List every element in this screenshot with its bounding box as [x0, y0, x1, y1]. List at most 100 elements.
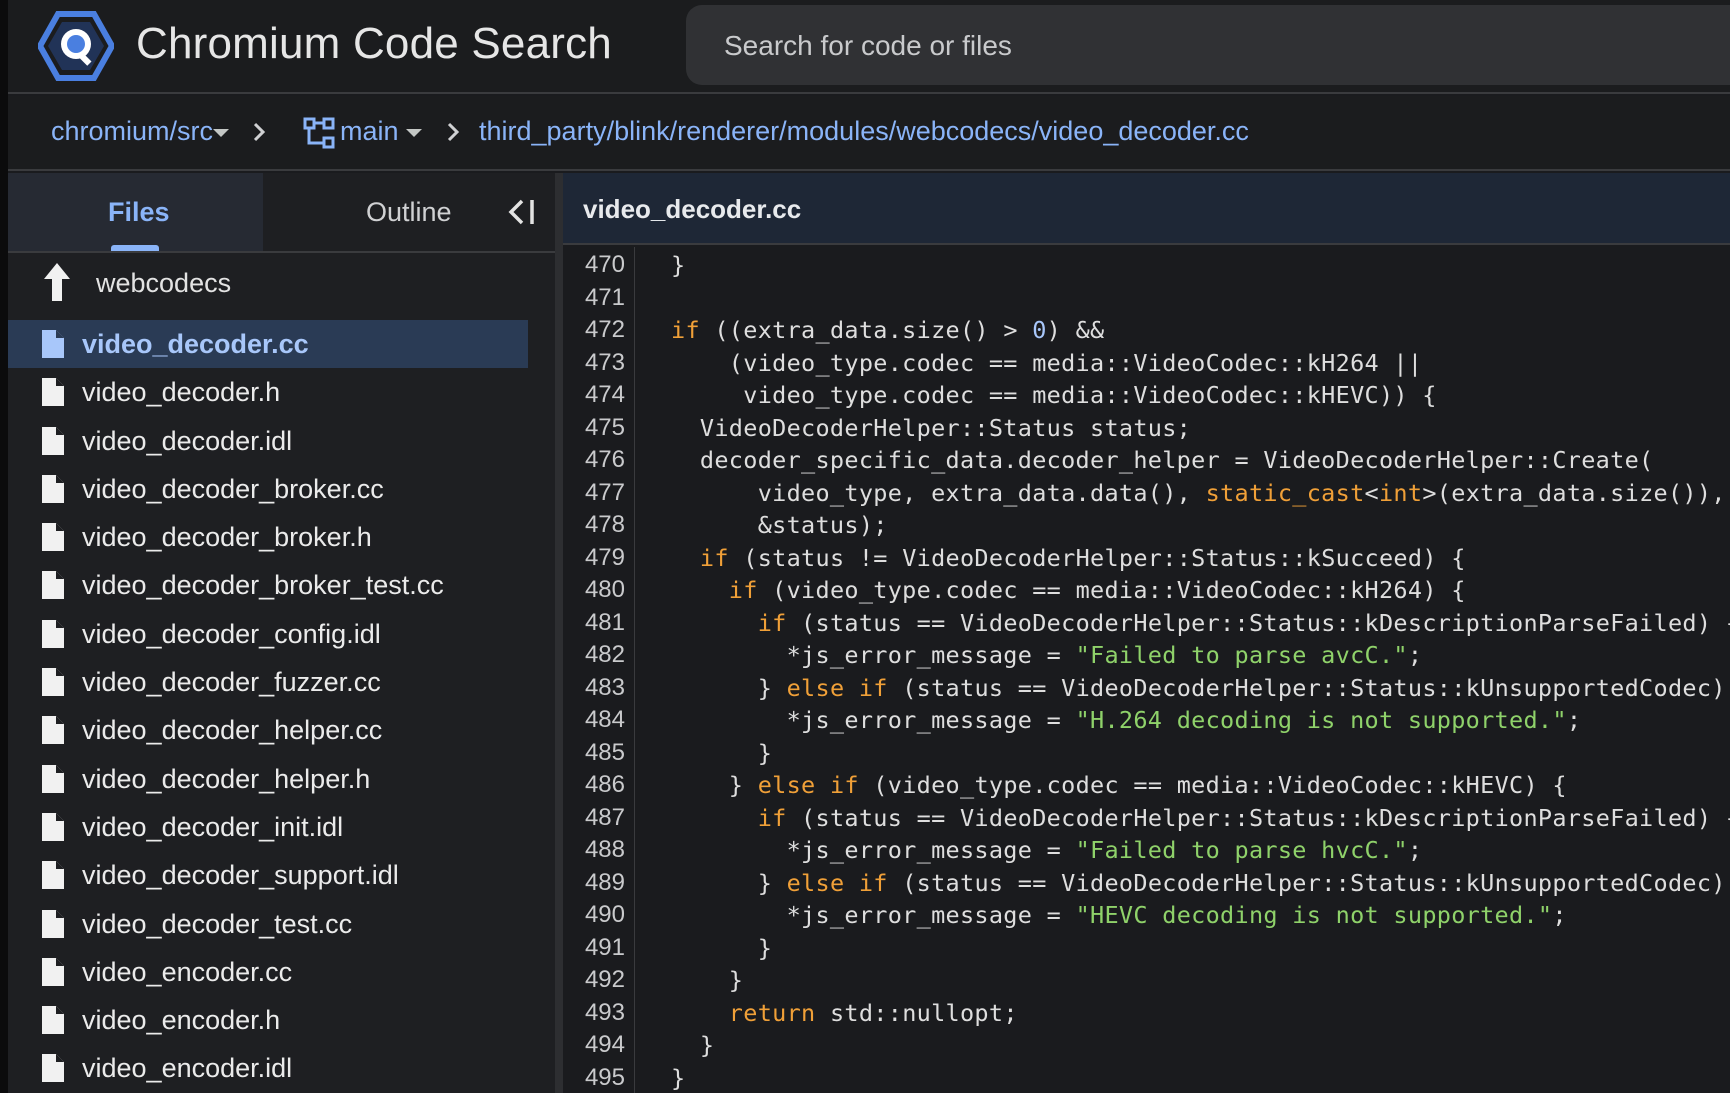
file-list-item[interactable]: video_encoder.idl: [8, 1044, 555, 1092]
file-name-label: video_encoder.idl: [82, 1053, 293, 1084]
file-path-link[interactable]: third_party/blink/renderer/modules/webco…: [479, 116, 1249, 147]
file-list-item[interactable]: video_decoder.h: [8, 368, 555, 416]
line-number[interactable]: 483: [563, 674, 625, 702]
active-tab-indicator: [111, 245, 159, 251]
code-text: }: [671, 966, 744, 994]
code-text: VideoDecoderHelper::Status status;: [671, 413, 1192, 442]
line-number[interactable]: 476: [563, 446, 625, 474]
file-name-label: video_decoder_init.idl: [82, 811, 344, 842]
code-line: 488 *js_error_message = "Failed to parse…: [563, 834, 1730, 867]
code-line: 475 VideoDecoderHelper::Status status;: [563, 412, 1730, 445]
file-list-item[interactable]: video_decoder_test.cc: [8, 900, 555, 948]
line-number[interactable]: 474: [563, 381, 625, 409]
code-text: *js_error_message = "Failed to parse avc…: [671, 641, 1423, 669]
line-number[interactable]: 492: [563, 966, 625, 994]
line-number[interactable]: 481: [563, 609, 625, 637]
file-name-label: video_decoder_support.idl: [82, 860, 399, 891]
parent-directory-link[interactable]: webcodecs: [8, 259, 555, 307]
collapse-panel-icon[interactable]: [506, 195, 540, 229]
line-number[interactable]: 479: [563, 544, 625, 572]
app-title[interactable]: Chromium Code Search: [136, 19, 612, 69]
file-name-label: video_decoder_helper.cc: [82, 715, 383, 746]
line-number[interactable]: 493: [563, 999, 625, 1027]
line-number[interactable]: 488: [563, 836, 625, 864]
file-name-label: video_encoder.h: [82, 1005, 281, 1036]
file-list-item[interactable]: video_decoder_broker.cc: [8, 465, 555, 513]
file-icon: [42, 571, 64, 600]
arrow-up-icon: [44, 263, 70, 301]
file-list-item[interactable]: video_decoder.cc: [8, 320, 528, 369]
chevron-down-icon[interactable]: [213, 129, 229, 137]
line-number[interactable]: 490: [563, 901, 625, 929]
chevron-down-icon[interactable]: [406, 129, 422, 137]
file-name-label: video_decoder_broker_test.cc: [82, 570, 444, 601]
file-list-item[interactable]: video_decoder.idl: [8, 417, 555, 465]
file-name-label: video_encoder.cc: [82, 956, 293, 987]
line-number[interactable]: 484: [563, 706, 625, 734]
file-list-item[interactable]: video_decoder_fuzzer.cc: [8, 658, 555, 706]
file-icon: [42, 716, 64, 745]
line-number[interactable]: 480: [563, 576, 625, 604]
file-list-item[interactable]: video_decoder_init.idl: [8, 803, 555, 851]
file-name-label: video_decoder.h: [82, 377, 281, 408]
file-icon: [42, 474, 64, 503]
code-text: if (video_type.codec == media::VideoCode…: [728, 576, 1466, 604]
repo-selector[interactable]: chromium/src: [51, 116, 213, 147]
code-text: }: [671, 738, 773, 767]
line-number[interactable]: 472: [563, 316, 625, 344]
code-text: return std::nullopt;: [728, 998, 1018, 1027]
search-input[interactable]: Search for code or files: [686, 5, 1730, 85]
code-line: 483 } else if (status == VideoDecoderHel…: [563, 672, 1730, 705]
line-number[interactable]: 482: [563, 641, 625, 669]
code-line: 476 decoder_specific_data.decoder_helper…: [563, 444, 1730, 477]
line-number[interactable]: 495: [563, 1064, 625, 1092]
code-line: 471: [563, 282, 1730, 315]
code-line: 481 if (status == VideoDecoderHelper::St…: [563, 607, 1730, 640]
code-line: 493 return std::nullopt;: [563, 997, 1730, 1030]
line-number[interactable]: 471: [563, 284, 625, 312]
file-list-item[interactable]: video_decoder_broker_test.cc: [8, 561, 555, 609]
line-number[interactable]: 494: [563, 1031, 625, 1059]
code-line: 473 (video_type.codec == media::VideoCod…: [563, 347, 1730, 380]
line-number[interactable]: 470: [563, 251, 625, 279]
file-header: video_decoder.cc: [563, 173, 1730, 245]
line-number[interactable]: 485: [563, 739, 625, 767]
code-line: 489 } else if (status == VideoDecoderHel…: [563, 867, 1730, 900]
file-list-item[interactable]: video_decoder_config.idl: [8, 610, 555, 658]
line-number[interactable]: 491: [563, 934, 625, 962]
file-title: video_decoder.cc: [583, 194, 802, 224]
line-number[interactable]: 487: [563, 804, 625, 832]
branch-selector[interactable]: main: [340, 116, 399, 147]
top-app-bar: Chromium Code Search Search for code or …: [8, 0, 1730, 94]
line-number[interactable]: 489: [563, 869, 625, 897]
file-list-item[interactable]: video_encoder.h: [8, 996, 555, 1044]
line-number[interactable]: 478: [563, 511, 625, 539]
tab-files-label[interactable]: Files: [108, 197, 170, 228]
file-list-item[interactable]: video_decoder_helper.cc: [8, 706, 555, 754]
code-line: 484 *js_error_message = "H.264 decoding …: [563, 704, 1730, 737]
line-number[interactable]: 475: [563, 414, 625, 442]
file-list-item[interactable]: video_decoder_support.idl: [8, 851, 555, 899]
file-name-label: video_decoder_broker.cc: [82, 473, 384, 504]
code-search-logo-icon[interactable]: [38, 10, 114, 82]
line-number[interactable]: 486: [563, 771, 625, 799]
file-name-label: video_decoder_fuzzer.cc: [82, 667, 381, 698]
tab-outline[interactable]: Outline: [366, 197, 452, 228]
file-list-item[interactable]: video_encoder.cc: [8, 948, 555, 996]
file-name-label: video_decoder.cc: [82, 329, 309, 359]
code-text: video_type.codec == media::VideoCodec::k…: [671, 381, 1437, 409]
file-list-item[interactable]: video_decoder_helper.h: [8, 755, 555, 803]
code-text: }: [671, 933, 773, 962]
line-number[interactable]: 477: [563, 479, 625, 507]
code-line: 490 *js_error_message = "HEVC decoding i…: [563, 899, 1730, 932]
chevron-right-icon: [447, 122, 460, 142]
code-text: decoder_specific_data.decoder_helper = V…: [671, 446, 1654, 474]
code-line: 480 if (video_type.codec == media::Video…: [563, 574, 1730, 607]
file-list-item[interactable]: video_decoder_broker.h: [8, 513, 555, 561]
line-number[interactable]: 473: [563, 349, 625, 377]
branch-icon: [303, 117, 335, 149]
file-icon: [42, 1006, 64, 1035]
file-icon: [42, 1054, 64, 1083]
code-text: if (status == VideoDecoderHelper::Status…: [757, 608, 1730, 637]
code-line: 477 video_type, extra_data.data(), stati…: [563, 477, 1730, 510]
